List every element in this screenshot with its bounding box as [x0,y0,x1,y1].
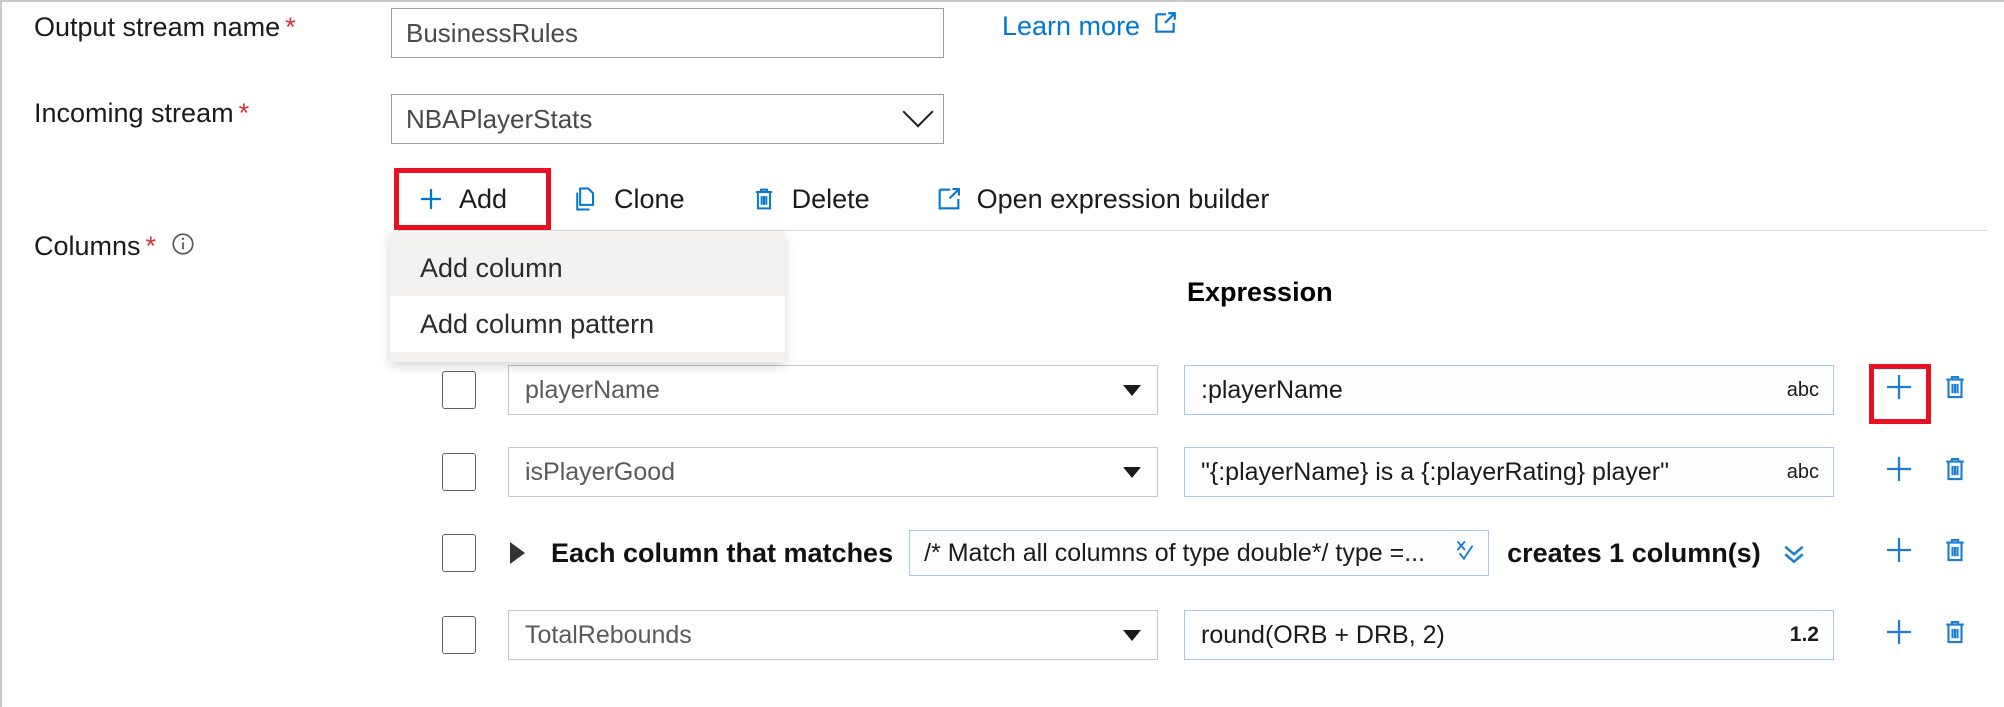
table-row: isPlayerGood "{:playerName} is a {:playe… [442,439,1987,505]
output-stream-required-asterisk: * [285,12,296,43]
add-column-icon[interactable] [1882,452,1916,486]
expression-value: "{:playerName} is a {:playerRating} play… [1201,458,1669,487]
add-button[interactable]: Add [398,178,525,221]
row-checkbox[interactable] [442,616,476,654]
delete-row-icon[interactable] [1940,372,1970,402]
add-column-icon[interactable] [1882,370,1916,404]
external-link-icon [1152,10,1178,43]
add-column-icon[interactable] [1882,615,1916,649]
clone-button[interactable]: Clone [553,178,703,221]
mapping-settings-panel: Output stream name * BusinessRules Learn… [0,0,2004,707]
expression-input[interactable]: round(ORB + DRB, 2) 1.2 [1184,610,1834,660]
open-expression-builder-label: Open expression builder [977,184,1270,215]
menu-item-add-column-label: Add column [420,253,563,284]
table-row-pattern: Each column that matches /* Match all co… [442,520,1987,586]
incoming-stream-required-asterisk: * [239,98,250,129]
column-name-select[interactable]: TotalRebounds [508,610,1158,660]
delete-button-label: Delete [792,184,870,215]
expression-value: round(ORB + DRB, 2) [1201,621,1445,650]
add-column-icon[interactable] [1882,533,1916,567]
double-chevron-down-icon[interactable] [1779,538,1809,568]
output-stream-name-label: Output stream name [34,12,280,43]
expression-value: :playerName [1201,376,1343,405]
row-checkbox[interactable] [442,534,476,572]
row-actions [1882,615,1970,649]
info-icon[interactable] [170,231,196,262]
columns-label: Columns [34,231,141,262]
delete-row-icon[interactable] [1940,617,1970,647]
row-checkbox[interactable] [442,453,476,491]
table-row: playerName :playerName abc [442,357,1987,423]
delete-row-icon[interactable] [1940,535,1970,565]
expression-type-tag: 1.2 [1780,623,1819,647]
table-row: TotalRebounds round(ORB + DRB, 2) 1.2 [442,602,1987,668]
expression-check-icon[interactable] [1442,537,1478,569]
learn-more-label: Learn more [1002,11,1140,42]
expression-type-tag: abc [1777,461,1819,484]
menu-item-add-column-pattern-label: Add column pattern [420,309,654,340]
toolbar-divider [398,230,1987,231]
pattern-match-label: Each column that matches [551,538,893,569]
learn-more-link[interactable]: Learn more [1002,10,1178,43]
row-actions [1882,452,1970,486]
clone-button-label: Clone [614,184,685,215]
caret-down-icon [1123,467,1141,478]
columns-required-asterisk: * [146,231,157,262]
pattern-expression-value: /* Match all columns of type double*/ ty… [924,539,1425,568]
column-name-select[interactable]: isPlayerGood [508,447,1158,497]
output-stream-name-label-group: Output stream name * [34,12,296,43]
expression-input[interactable]: "{:playerName} is a {:playerRating} play… [1184,447,1834,497]
incoming-stream-label-group: Incoming stream * [34,98,249,129]
open-expression-builder-button[interactable]: Open expression builder [916,178,1288,221]
row-actions [1882,370,1970,404]
delete-button[interactable]: Delete [731,178,888,221]
plus-icon [416,184,446,214]
column-name-value: isPlayerGood [525,458,675,487]
expression-input[interactable]: :playerName abc [1184,365,1834,415]
pattern-creates-label: creates 1 column(s) [1507,538,1761,569]
columns-toolbar: Add Clone Delete [398,170,1287,228]
copy-icon [571,184,601,214]
row-actions [1882,533,1970,567]
output-stream-name-input[interactable]: BusinessRules [391,8,944,58]
chevron-down-icon [902,96,933,127]
columns-label-group: Columns * [34,231,196,262]
menu-item-add-column[interactable]: Add column [390,240,785,296]
output-stream-name-value: BusinessRules [406,18,578,49]
add-dropdown-menu: Add column Add column pattern [390,232,785,362]
expression-type-tag: abc [1777,379,1819,402]
caret-down-icon [1123,630,1141,641]
incoming-stream-value: NBAPlayerStats [406,104,592,135]
add-button-label: Add [459,184,507,215]
incoming-stream-select[interactable]: NBAPlayerStats [391,94,944,144]
external-link-icon [934,184,964,214]
expression-column-header: Expression [1187,277,1333,308]
column-name-value: playerName [525,376,660,405]
menu-item-add-column-pattern[interactable]: Add column pattern [390,296,785,352]
delete-row-icon[interactable] [1940,454,1970,484]
column-name-select[interactable]: playerName [508,365,1158,415]
trash-icon [749,184,779,214]
column-name-value: TotalRebounds [525,621,692,650]
pattern-expression-input[interactable]: /* Match all columns of type double*/ ty… [909,530,1489,576]
caret-down-icon [1123,385,1141,396]
row-checkbox[interactable] [442,371,476,409]
triangle-right-icon[interactable] [510,542,525,564]
incoming-stream-label: Incoming stream [34,98,234,129]
